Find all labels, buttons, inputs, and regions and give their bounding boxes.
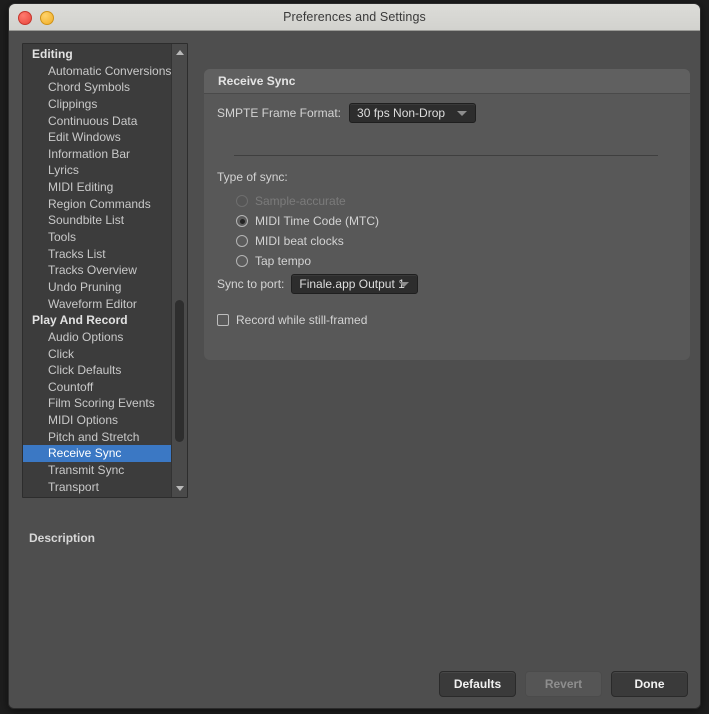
radio-midi-time-code[interactable]: MIDI Time Code (MTC) bbox=[236, 214, 379, 228]
smpte-frame-format-label: SMPTE Frame Format: bbox=[217, 106, 342, 120]
window-body: Editing Automatic Conversions Chord Symbol… bbox=[9, 31, 700, 708]
sidebar-item-receive-sync[interactable]: Receive Sync bbox=[23, 445, 172, 463]
sidebar-item-clippings[interactable]: Clippings bbox=[23, 96, 172, 113]
scroll-down-arrow-icon[interactable] bbox=[172, 481, 187, 496]
sidebar-item-film-scoring-events[interactable]: Film Scoring Events bbox=[23, 395, 172, 412]
sidebar-item-continuous-data[interactable]: Continuous Data bbox=[23, 113, 172, 130]
chevron-down-icon bbox=[399, 282, 410, 287]
sync-to-port-row: Sync to port: Finale.app Output 1 bbox=[217, 274, 419, 294]
radio-label: Sample-accurate bbox=[255, 194, 346, 208]
sidebar-item-countoff[interactable]: Countoff bbox=[23, 379, 172, 396]
dialog-buttons: Defaults Revert Done bbox=[439, 671, 688, 697]
section-divider bbox=[234, 155, 658, 156]
smpte-frame-format-value: 30 fps Non-Drop bbox=[357, 106, 446, 120]
sidebar-item-edit-windows[interactable]: Edit Windows bbox=[23, 129, 172, 146]
sidebar-item-tools[interactable]: Tools bbox=[23, 229, 172, 246]
chevron-down-icon bbox=[457, 111, 468, 116]
category-list-scrollport: Editing Automatic Conversions Chord Symbol… bbox=[23, 44, 172, 497]
minimize-button[interactable] bbox=[40, 11, 54, 25]
radio-icon[interactable] bbox=[236, 195, 248, 207]
close-button[interactable] bbox=[18, 11, 32, 25]
preferences-category-list[interactable]: Editing Automatic Conversions Chord Symbol… bbox=[22, 43, 188, 498]
radio-tap-tempo[interactable]: Tap tempo bbox=[236, 254, 311, 268]
done-button[interactable]: Done bbox=[611, 671, 688, 697]
radio-label: MIDI Time Code (MTC) bbox=[255, 214, 380, 228]
sidebar-item-transport[interactable]: Transport bbox=[23, 479, 172, 496]
radio-icon[interactable] bbox=[236, 255, 248, 267]
category-list-items: Editing Automatic Conversions Chord Symbol… bbox=[23, 44, 172, 495]
smpte-frame-format-select[interactable]: 30 fps Non-Drop bbox=[349, 103, 477, 123]
sidebar-item-chord-symbols[interactable]: Chord Symbols bbox=[23, 79, 172, 96]
preferences-window: Preferences and Settings Editing Automati… bbox=[8, 3, 701, 709]
sidebar-group-label: Editing bbox=[32, 47, 73, 61]
sidebar-item-waveform-editor[interactable]: Waveform Editor bbox=[23, 296, 172, 313]
sidebar-item-region-commands[interactable]: Region Commands bbox=[23, 196, 172, 213]
window-title: Preferences and Settings bbox=[283, 10, 426, 24]
radio-label: Tap tempo bbox=[255, 254, 312, 268]
sidebar-item-midi-options[interactable]: MIDI Options bbox=[23, 412, 172, 429]
revert-button: Revert bbox=[525, 671, 602, 697]
sidebar-item-soundbite-list[interactable]: Soundbite List bbox=[23, 212, 172, 229]
sidebar-item-click-defaults[interactable]: Click Defaults bbox=[23, 362, 172, 379]
sidebar-item-click[interactable]: Click bbox=[23, 346, 172, 363]
radio-icon[interactable] bbox=[236, 215, 248, 227]
sidebar-item-audio-options[interactable]: Audio Options bbox=[23, 329, 172, 346]
record-while-still-framed-label: Record while still-framed bbox=[236, 313, 368, 327]
smpte-frame-format-row: SMPTE Frame Format: 30 fps Non-Drop bbox=[217, 103, 477, 123]
type-of-sync-label: Type of sync: bbox=[217, 170, 288, 184]
scroll-up-arrow-icon[interactable] bbox=[172, 45, 187, 60]
sidebar-scrollbar[interactable] bbox=[171, 44, 187, 497]
radio-icon[interactable] bbox=[236, 235, 248, 247]
sidebar-item-lyrics[interactable]: Lyrics bbox=[23, 162, 172, 179]
defaults-button[interactable]: Defaults bbox=[439, 671, 516, 697]
sync-to-port-value: Finale.app Output 1 bbox=[299, 277, 405, 291]
sidebar-item-information-bar[interactable]: Information Bar bbox=[23, 146, 172, 163]
record-while-still-framed-row[interactable]: Record while still-framed bbox=[217, 313, 367, 327]
sidebar-item-tracks-overview[interactable]: Tracks Overview bbox=[23, 262, 172, 279]
sidebar-item-tracks-list[interactable]: Tracks List bbox=[23, 246, 172, 263]
sidebar-item-undo-pruning[interactable]: Undo Pruning bbox=[23, 279, 172, 296]
radio-label: MIDI beat clocks bbox=[255, 234, 344, 248]
sidebar-item-transmit-sync[interactable]: Transmit Sync bbox=[23, 462, 172, 479]
sidebar-item-automatic-conversions[interactable]: Automatic Conversions bbox=[23, 63, 172, 80]
sidebar-group-label: Play And Record bbox=[32, 313, 128, 328]
window-controls bbox=[18, 11, 54, 25]
radio-sample-accurate[interactable]: Sample-accurate bbox=[236, 194, 346, 208]
scrollbar-thumb[interactable] bbox=[175, 299, 184, 443]
checkbox-icon[interactable] bbox=[217, 314, 229, 326]
description-heading: Description bbox=[29, 531, 96, 545]
sync-to-port-label: Sync to port: bbox=[217, 277, 285, 291]
window-titlebar: Preferences and Settings bbox=[9, 4, 700, 31]
panel-title: Receive Sync bbox=[218, 74, 296, 88]
sidebar-item-pitch-and-stretch[interactable]: Pitch and Stretch bbox=[23, 429, 172, 446]
sync-to-port-select[interactable]: Finale.app Output 1 bbox=[291, 274, 419, 294]
panel-header: Receive Sync bbox=[204, 69, 690, 94]
scrollbar-track[interactable] bbox=[175, 61, 184, 480]
sidebar-item-midi-editing[interactable]: MIDI Editing bbox=[23, 179, 172, 196]
panel-body: SMPTE Frame Format: 30 fps Non-Drop Type… bbox=[204, 94, 690, 360]
receive-sync-panel: Receive Sync SMPTE Frame Format: 30 fps … bbox=[204, 69, 690, 360]
radio-midi-beat-clocks[interactable]: MIDI beat clocks bbox=[236, 234, 344, 248]
